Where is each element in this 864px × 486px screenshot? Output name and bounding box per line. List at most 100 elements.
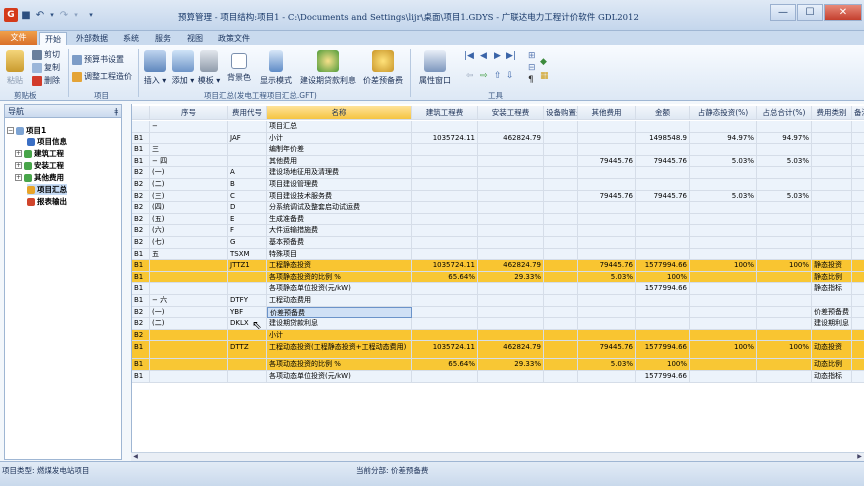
cell[interactable]: 100% <box>690 341 757 360</box>
cell[interactable] <box>852 341 864 360</box>
cell[interactable]: B2 <box>132 213 150 226</box>
cell[interactable]: (二) <box>150 318 228 330</box>
cell[interactable]: 100% <box>690 260 757 272</box>
cell[interactable] <box>150 341 228 360</box>
cell[interactable] <box>544 190 578 203</box>
cell[interactable] <box>478 306 544 319</box>
cell[interactable] <box>852 248 864 261</box>
cell[interactable] <box>852 237 864 249</box>
table-row[interactable]: B2 (四) D 分系统调试及整套启动试运费 <box>132 202 864 214</box>
table-row[interactable]: B2 (二) B 项目建设管理费 <box>132 179 864 191</box>
cell[interactable]: 94.97% <box>757 132 812 145</box>
customize-qat-icon[interactable]: ▾ <box>86 7 96 23</box>
cell[interactable]: 小计 <box>267 132 412 145</box>
cell[interactable]: 94.97% <box>690 132 757 145</box>
cell[interactable] <box>478 213 544 226</box>
redo-icon[interactable]: ↷ <box>58 7 70 23</box>
column-header[interactable]: 金额 <box>636 106 690 120</box>
cell[interactable] <box>636 167 690 179</box>
cell[interactable]: 各项静态单位投资(元/kW) <box>267 283 412 295</box>
column-header[interactable]: 费用代号 <box>228 106 267 120</box>
cell[interactable]: 静态指标 <box>812 283 852 295</box>
cell[interactable]: (六) <box>150 225 228 237</box>
cell[interactable]: B1 <box>132 295 150 307</box>
cell[interactable]: 项目汇总 <box>267 121 412 133</box>
tree-item-report[interactable]: 报表输出 <box>27 196 67 207</box>
cell[interactable]: (二) <box>150 179 228 191</box>
cell[interactable] <box>578 295 636 307</box>
cell[interactable] <box>578 306 636 319</box>
cell[interactable]: B <box>228 179 267 191</box>
cell[interactable] <box>478 121 544 133</box>
cell[interactable] <box>228 370 267 383</box>
cell[interactable] <box>150 271 228 284</box>
cell[interactable]: 5.03% <box>690 155 757 168</box>
table-row[interactable]: B1 JAF 小计 1035724.11 462824.79 1498548.9 94.97… <box>132 132 864 145</box>
cell[interactable] <box>412 318 478 330</box>
cell[interactable] <box>544 329 578 342</box>
cell[interactable] <box>412 225 478 237</box>
table-row[interactable]: B1 五 TSXM 特殊项目 <box>132 248 864 261</box>
cell[interactable] <box>478 155 544 168</box>
cell[interactable]: 分系统调试及整套启动试运费 <box>267 202 412 214</box>
table-row[interactable]: − 项目汇总 <box>132 121 864 133</box>
cell[interactable] <box>544 167 578 179</box>
cell[interactable]: 5.03% <box>578 359 636 371</box>
cell[interactable]: 29.33% <box>478 359 544 371</box>
cell[interactable] <box>412 179 478 191</box>
cell[interactable] <box>478 329 544 342</box>
cell[interactable] <box>412 248 478 261</box>
cell[interactable] <box>812 132 852 145</box>
cell[interactable] <box>690 295 757 307</box>
cell[interactable] <box>690 271 757 284</box>
cell[interactable] <box>757 318 812 330</box>
cell[interactable]: 65.64% <box>412 271 478 284</box>
cell[interactable]: D <box>228 202 267 214</box>
loan-interest-button[interactable]: 建设期贷款利息 <box>298 48 358 86</box>
cell[interactable] <box>812 155 852 168</box>
cell[interactable] <box>150 359 228 371</box>
undo-dropdown-icon[interactable]: ▾ <box>48 7 56 23</box>
cell[interactable] <box>412 295 478 307</box>
cell[interactable] <box>852 260 864 272</box>
cell[interactable] <box>636 179 690 191</box>
calc-icon[interactable]: ▦ <box>540 71 549 81</box>
cut-button[interactable]: 剪切 <box>32 49 60 60</box>
cell[interactable] <box>544 318 578 330</box>
adjust-price-button[interactable]: 调整工程造价 <box>72 71 132 82</box>
cell[interactable] <box>544 179 578 191</box>
cell[interactable]: 5.03% <box>757 190 812 203</box>
tree-item-install[interactable]: + 安装工程 <box>15 160 64 171</box>
cell[interactable]: 建设期贷款利息 <box>267 318 412 330</box>
cell[interactable] <box>690 179 757 191</box>
cell[interactable]: 工程静态投资 <box>267 260 412 272</box>
cell[interactable]: TSXM <box>228 248 267 261</box>
cell[interactable]: 动态比例 <box>812 359 852 371</box>
cell[interactable] <box>578 132 636 145</box>
cell[interactable] <box>690 225 757 237</box>
cell[interactable]: B1 <box>132 370 150 383</box>
cell[interactable]: 工程动态投资(工程静态投资+工程动态费用) <box>267 341 412 360</box>
cell[interactable]: 79445.76 <box>578 155 636 168</box>
cell[interactable]: A <box>228 167 267 179</box>
cell[interactable] <box>690 213 757 226</box>
cell[interactable]: 价差预备费 <box>812 306 852 319</box>
cell[interactable]: 462824.79 <box>478 132 544 145</box>
cell[interactable] <box>852 370 864 383</box>
price-reserve-button[interactable]: 价差预备费 <box>360 48 406 86</box>
cell[interactable]: B2 <box>132 237 150 249</box>
cell[interactable] <box>544 237 578 249</box>
cell[interactable]: 79445.76 <box>578 190 636 203</box>
table-header-row[interactable]: 序号费用代号名称建筑工程费安装工程费设备购置费其他费用金额占静态投资(%)占总合… <box>132 106 864 120</box>
cell[interactable] <box>544 248 578 261</box>
cell[interactable]: (七) <box>150 237 228 249</box>
cell[interactable] <box>852 155 864 168</box>
cell[interactable] <box>852 202 864 214</box>
cell[interactable]: 1577994.66 <box>636 283 690 295</box>
cell[interactable] <box>544 202 578 214</box>
cell[interactable] <box>544 306 578 319</box>
cell[interactable] <box>757 121 812 133</box>
cell[interactable]: YBF <box>228 306 267 319</box>
cell[interactable] <box>852 190 864 203</box>
cell[interactable]: 100% <box>636 359 690 371</box>
